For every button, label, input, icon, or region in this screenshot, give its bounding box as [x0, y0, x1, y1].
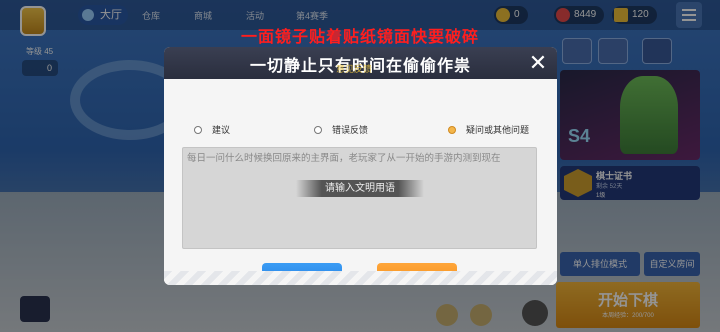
option-label: 错误反馈 [332, 125, 369, 135]
dialog-body: 建议 错误反馈 疑问或其他问题 每日一问什么时候换回原来的主界面，老玩家了从一开… [164, 79, 557, 285]
radio-button[interactable] [194, 125, 202, 134]
feedback-dialog: 一切静止只有时间在偷偷作祟 意见反馈 ✕ 建议 错误反馈 疑问或其他问题 每日一… [164, 47, 557, 285]
dialog-subtitle: 意见反馈 [336, 64, 373, 74]
civility-toast: 请输入文明用语 [296, 180, 424, 197]
option-label: 建议 [212, 125, 231, 135]
dialog-footer-pattern [164, 271, 557, 285]
overlay-caption: 一面镜子贴着贴纸镜面快要破碎 [240, 29, 479, 46]
option-question-other[interactable]: 疑问或其他问题 [448, 123, 529, 136]
close-icon: ✕ [528, 50, 548, 75]
option-suggestion[interactable]: 建议 [194, 123, 230, 136]
option-label: 疑问或其他问题 [466, 125, 530, 135]
radio-button-selected[interactable] [448, 125, 456, 134]
dialog-header: 一切静止只有时间在偷偷作祟 意见反馈 ✕ [164, 47, 557, 79]
close-button[interactable]: ✕ [527, 52, 549, 74]
feedback-textarea[interactable]: 每日一问什么时候换回原来的主界面，老玩家了从一开始的手游内测到现在 [182, 147, 537, 249]
radio-button[interactable] [314, 125, 322, 134]
option-bug-report[interactable]: 错误反馈 [314, 123, 368, 136]
